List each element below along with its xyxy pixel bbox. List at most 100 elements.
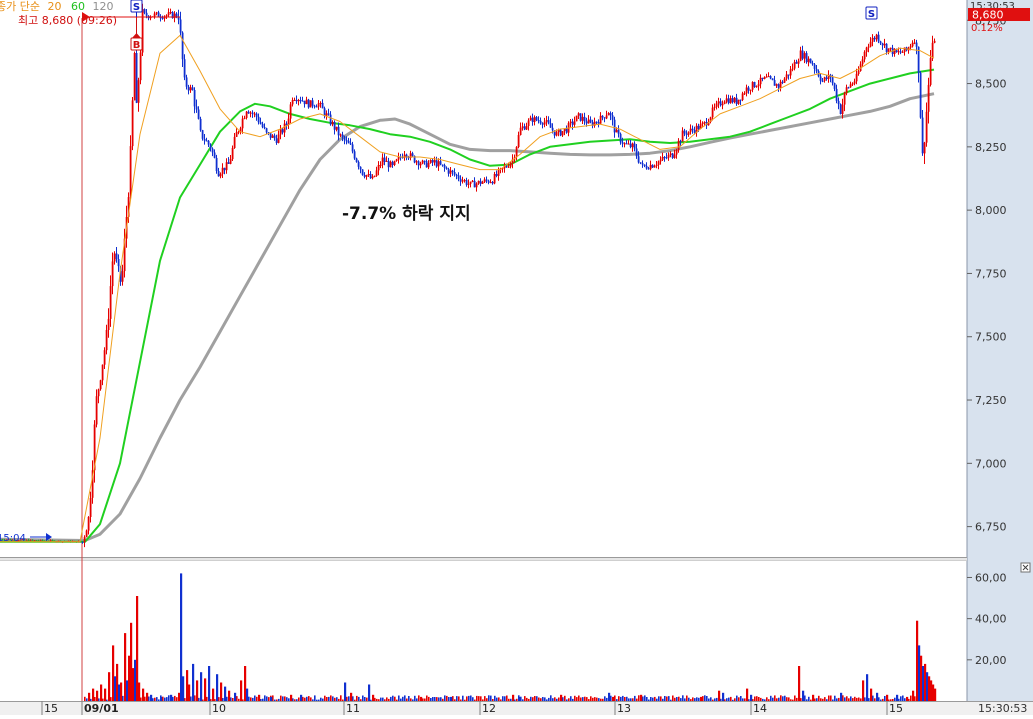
candle-body — [279, 129, 282, 135]
candle-body — [763, 77, 766, 79]
candle-body — [931, 42, 934, 59]
candle-body — [351, 144, 354, 152]
volume-bar — [928, 676, 931, 701]
volume-bar — [110, 697, 112, 701]
volume-bar — [772, 697, 774, 701]
volume-bar — [670, 699, 672, 701]
candle-body — [541, 123, 544, 125]
volume-bar — [440, 697, 442, 701]
candle-body — [375, 170, 378, 176]
volume-bar — [138, 682, 141, 701]
candle-body — [367, 174, 370, 176]
volume-bar — [814, 698, 816, 701]
volume-bar — [424, 698, 426, 701]
candle-body — [833, 83, 836, 89]
volume-bar — [376, 698, 378, 701]
volume-bar — [878, 697, 880, 701]
volume-bar — [690, 699, 692, 701]
candle-body — [837, 100, 840, 105]
candle-body — [621, 142, 624, 144]
volume-bar — [908, 698, 910, 701]
buy-marker-1[interactable]: B — [130, 37, 143, 51]
candle-body — [161, 17, 164, 19]
candle-body — [447, 169, 450, 174]
candle-body — [275, 138, 278, 143]
volume-bar — [882, 698, 884, 701]
volume-bar — [378, 699, 380, 701]
volume-bar — [460, 699, 462, 701]
volume-bar — [642, 696, 644, 701]
stock-chart-window: 6,750 7,000 7,250 7,500 7,750 8,000 8,250 8,500… — [0, 0, 1033, 715]
volume-bar — [148, 696, 150, 701]
candle-body — [855, 73, 858, 82]
candle-body — [491, 182, 494, 184]
candle-body — [433, 160, 436, 163]
volume-bar — [98, 698, 100, 701]
candle-body — [521, 126, 524, 128]
sell-marker-2[interactable]: S — [865, 6, 878, 20]
volume-bar — [614, 695, 616, 701]
current-change: 0.12% — [971, 23, 1003, 34]
candle-body — [493, 174, 496, 184]
candle-body — [757, 84, 760, 87]
volume-bar — [586, 697, 588, 701]
candle-body — [525, 126, 528, 130]
volume-bar — [232, 698, 234, 701]
candle-body — [527, 120, 530, 126]
candle-body — [607, 113, 610, 116]
candle-body — [811, 63, 814, 65]
candle-body — [633, 143, 636, 149]
candle-body — [783, 78, 786, 83]
volume-bar — [248, 696, 250, 701]
volume-bar — [292, 698, 294, 701]
volume-bar — [336, 697, 338, 701]
chart-canvas[interactable]: 6,750 7,000 7,250 7,500 7,750 8,000 8,250 8,500… — [0, 0, 1033, 715]
candle-body — [217, 171, 220, 177]
candle-body — [735, 97, 738, 104]
candle-body — [215, 157, 218, 171]
candle-body — [581, 116, 584, 121]
volume-bar — [558, 697, 560, 701]
close-icon[interactable] — [1020, 562, 1031, 573]
candle-body — [793, 62, 796, 69]
candle-body — [495, 174, 498, 176]
volume-bar — [468, 695, 470, 701]
candle-body — [333, 122, 336, 130]
candle-body — [669, 153, 672, 155]
volume-bar — [924, 663, 927, 701]
candle-body — [99, 380, 102, 390]
candle-body — [187, 86, 190, 91]
sell-marker-1[interactable]: S — [130, 0, 143, 13]
candle-body — [767, 76, 770, 78]
candle-body — [777, 84, 780, 88]
volume-bar — [302, 696, 304, 701]
candle-body — [101, 364, 104, 381]
candle-body — [231, 148, 234, 160]
candle-body — [105, 330, 108, 351]
volume-bar — [820, 698, 822, 701]
volume-bar — [114, 676, 117, 701]
candle-body — [569, 121, 572, 124]
volume-bar — [612, 696, 615, 701]
candle-body — [355, 158, 358, 162]
candle-body — [615, 129, 618, 133]
candle-body — [921, 117, 924, 154]
candle-body — [927, 84, 930, 112]
volume-bar — [530, 696, 532, 701]
candle-body — [825, 77, 828, 79]
candle-body — [453, 172, 456, 175]
volume-bar — [592, 697, 594, 701]
volume-bar — [242, 699, 244, 701]
candle-body — [623, 143, 626, 145]
volume-bar — [200, 672, 203, 701]
volume-tick-label: 60,00 — [975, 572, 1007, 585]
volume-bar — [914, 696, 916, 701]
volume-bar — [190, 696, 192, 701]
candle-body — [801, 50, 804, 59]
candle-body — [687, 131, 690, 135]
candle-body — [631, 143, 634, 148]
candle-body — [437, 161, 440, 167]
volume-bar — [588, 699, 590, 701]
volume-bar — [452, 696, 454, 701]
candle-body — [29, 539, 32, 541]
